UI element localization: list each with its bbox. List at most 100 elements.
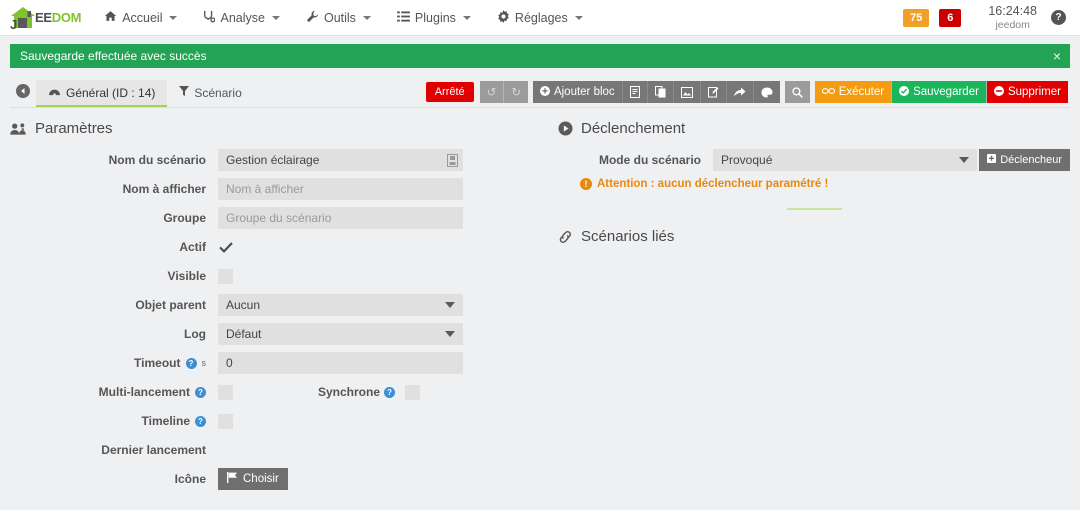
alert-message: Sauvegarde effectuée avec succès (20, 49, 207, 63)
timeline-checkbox[interactable] (218, 413, 233, 429)
choose-icon-button[interactable]: Choisir (218, 468, 288, 490)
field-display-name: Nom à afficher (10, 178, 530, 200)
timeline-label-text: Timeline (141, 414, 190, 428)
tab-label: Scénario (194, 86, 242, 100)
error-count-badge[interactable]: 6 (939, 8, 962, 27)
add-block-button[interactable]: Ajouter bloc (532, 81, 623, 103)
timeout-input[interactable] (218, 352, 463, 374)
field-scenario-mode: Mode du scénario Déclencheur (558, 149, 1070, 171)
nav-item-label: Plugins (414, 10, 456, 25)
nav-item-label: Accueil (122, 10, 163, 25)
close-icon[interactable]: × (1053, 49, 1061, 63)
gear-icon (497, 9, 510, 26)
palette-icon[interactable] (753, 81, 780, 103)
field-last-launch: Dernier lancement (10, 439, 530, 461)
choose-label: Choisir (243, 473, 279, 485)
edit-icon[interactable] (700, 81, 727, 103)
success-alert: Sauvegarde effectuée avec succès × (10, 44, 1070, 68)
help-icon[interactable]: ? (195, 386, 206, 398)
link-icon (821, 86, 835, 98)
dashboard-icon (48, 86, 61, 100)
back-arrow-icon[interactable] (10, 78, 36, 104)
clock: 16:24:48 jeedom (966, 4, 1051, 32)
multi-launch-label-text: Multi-lancement (98, 385, 190, 399)
tab-scenario[interactable]: Scénario (167, 80, 253, 107)
save-label: Sauvegarder (913, 86, 979, 98)
redo-button[interactable]: ↻ (504, 81, 528, 103)
svg-text:J: J (10, 17, 17, 32)
section-label: Paramètres (35, 120, 113, 137)
help-icon[interactable]: ? (185, 357, 197, 369)
field-label: Objet parent (135, 298, 206, 312)
action-toolbar: Arrêté ↺ ↻ Ajouter bloc Exécuter Sauvega… (425, 81, 1070, 103)
visible-checkbox[interactable] (218, 268, 233, 284)
add-trigger-label: Déclencheur (1000, 154, 1062, 166)
minus-circle-icon (993, 85, 1004, 99)
wrench-icon (306, 10, 319, 26)
copy-icon[interactable] (647, 81, 674, 103)
field-label: Dernier lancement (101, 443, 206, 457)
share-icon[interactable] (726, 81, 754, 103)
chevron-down-icon (169, 15, 178, 20)
save-inline-icon[interactable] (445, 152, 459, 168)
field-scenario-name: Nom du scénario (10, 149, 530, 171)
nav-item-plugins[interactable]: Plugins (384, 0, 484, 35)
trigger-panel: Déclenchement Mode du scénario Déclenche… (540, 120, 1070, 497)
file-icon[interactable] (622, 81, 648, 103)
redo-icon: ↻ (511, 87, 521, 99)
nav-item-analyse[interactable]: Analyse (190, 0, 292, 35)
image-icon[interactable] (673, 81, 701, 103)
jeedom-logo[interactable]: J EEDOM (0, 4, 91, 32)
scenario-mode-select[interactable] (713, 149, 978, 171)
help-icon[interactable]: ? (384, 386, 396, 398)
active-checkbox[interactable] (218, 240, 233, 255)
search-button-group (784, 81, 810, 103)
nav-item-reglages[interactable]: Réglages (484, 0, 596, 35)
delete-button[interactable]: Supprimer (986, 81, 1068, 103)
field-timeline: Timeline ? (10, 410, 530, 432)
field-label: Multi-lancement ? (10, 385, 218, 399)
field-label: Visible (167, 269, 206, 283)
help-icon[interactable]: ? (1051, 10, 1066, 25)
multi-launch-checkbox[interactable] (218, 384, 233, 400)
help-icon[interactable]: ? (195, 415, 206, 427)
parent-object-select[interactable] (218, 294, 463, 316)
nav-item-label: Outils (323, 10, 356, 25)
trigger-title: Déclenchement (558, 120, 1070, 137)
chain-link-icon (558, 230, 573, 244)
nav-item-outils[interactable]: Outils (293, 0, 384, 35)
field-active: Actif (10, 236, 530, 258)
main-content: Paramètres Nom du scénario Nom à affiche… (0, 108, 1080, 497)
delete-label: Supprimer (1007, 86, 1061, 98)
plus-circle-icon (539, 85, 550, 99)
tab-general[interactable]: Général (ID : 14) (36, 80, 168, 107)
filter-icon (179, 86, 190, 100)
save-button[interactable]: Sauvegarder (892, 81, 987, 103)
main-action-group: Exécuter Sauvegarder Supprimer (814, 81, 1068, 103)
parameters-panel: Paramètres Nom du scénario Nom à affiche… (10, 120, 540, 497)
synchrone-checkbox[interactable] (405, 384, 421, 400)
parameters-title: Paramètres (10, 120, 530, 137)
execute-button[interactable]: Exécuter (814, 81, 893, 103)
field-parent-object: Objet parent (10, 294, 530, 316)
stethoscope-icon (203, 10, 216, 26)
tab-label: Général (ID : 14) (66, 86, 156, 100)
undo-button[interactable]: ↺ (479, 81, 505, 103)
field-log: Log (10, 323, 530, 345)
field-label: Nom à afficher (122, 182, 206, 196)
nav-item-accueil[interactable]: Accueil (91, 0, 190, 35)
group-input[interactable] (218, 207, 463, 229)
log-select[interactable] (218, 323, 463, 345)
trigger-divider (786, 208, 842, 210)
add-trigger-button[interactable]: Déclencheur (979, 149, 1070, 171)
search-icon[interactable] (784, 81, 810, 103)
warning-count-badge[interactable]: 75 (903, 8, 930, 27)
scenario-name-input[interactable] (218, 149, 463, 171)
chevron-down-icon (574, 15, 583, 20)
logo-text-dom: DOM (51, 10, 82, 25)
timeout-unit: s (201, 358, 207, 368)
field-visible: Visible (10, 265, 530, 287)
list-icon (397, 10, 410, 25)
nav-item-label: Analyse (220, 10, 265, 25)
display-name-input[interactable] (218, 178, 463, 200)
